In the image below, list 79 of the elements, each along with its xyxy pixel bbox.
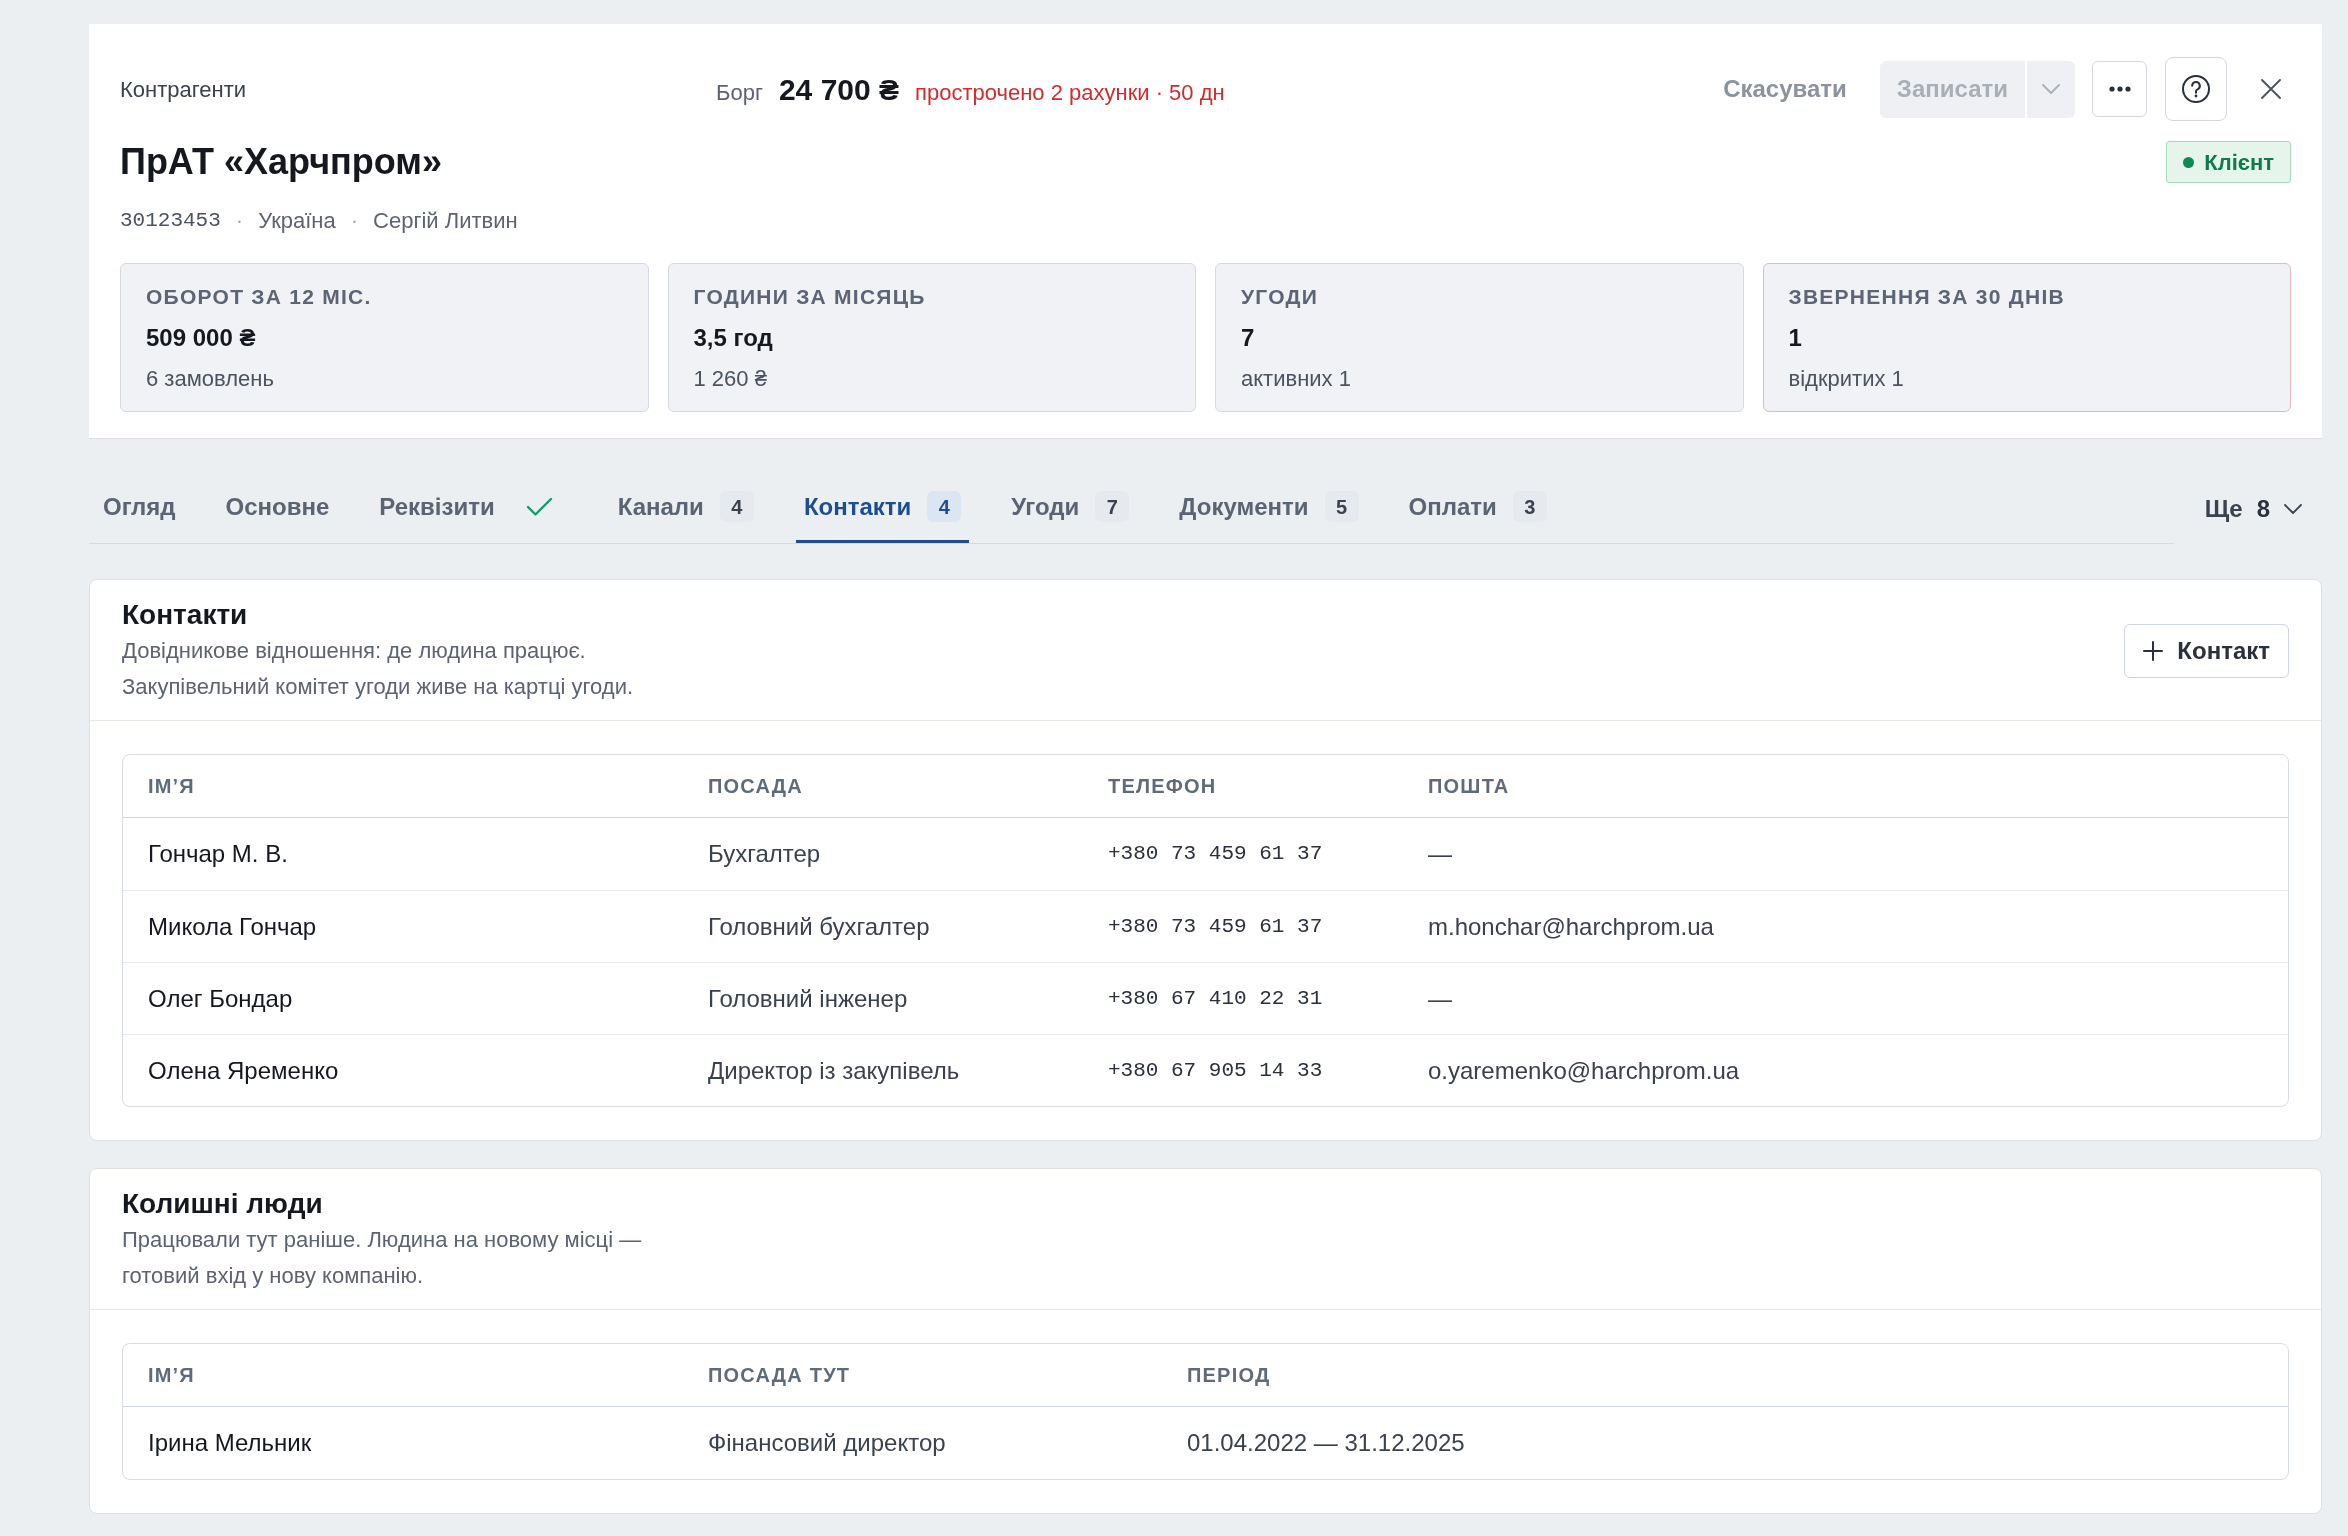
plus-icon bbox=[2143, 641, 2164, 661]
stat-caption: 1 260 ₴ bbox=[693, 365, 767, 393]
column-header: ПОСАДА ТУТ bbox=[708, 1363, 851, 1388]
hidden-tab-count: 8 bbox=[2256, 493, 2270, 524]
stat-label: ОБОРОТ ЗА 12 МІС. bbox=[146, 284, 372, 310]
overdue-note: прострочено 2 рахунки · 50 дн bbox=[915, 78, 1225, 107]
caret-icon bbox=[2042, 84, 2060, 94]
tab[interactable]: Огляд bbox=[95, 473, 184, 543]
tab-count: 3 bbox=[1512, 491, 1547, 522]
tab-count: 5 bbox=[1324, 491, 1359, 522]
table-cell-text: Бухгалтер bbox=[708, 839, 821, 869]
column-header: ПЕРІОД bbox=[1187, 1363, 1271, 1388]
table-cell-text: Олена Яременко bbox=[148, 1055, 339, 1086]
table-cell-text: Фінансовий директор bbox=[708, 1428, 946, 1458]
status-label: Клієнт bbox=[2204, 148, 2274, 177]
debt-label: Борг bbox=[716, 78, 763, 107]
more-tabs-button[interactable]: Ще 8 bbox=[2204, 490, 2302, 527]
add-contact-button[interactable]: Контакт bbox=[2124, 624, 2289, 678]
column-header: ІМ’Я bbox=[148, 1363, 195, 1388]
stat-label: ГОДИНИ ЗА МІСЯЦЬ bbox=[693, 284, 926, 310]
tab-count: 7 bbox=[1095, 491, 1130, 522]
stat-value: 509 000 ₴ bbox=[146, 323, 256, 353]
section-description: Закупівельний комітет угоди живе на картці угоди. bbox=[122, 673, 634, 701]
table-cell-text: — bbox=[1428, 839, 1452, 869]
stat-value: 1 bbox=[1788, 323, 1802, 353]
stat-value: 7 bbox=[1241, 323, 1255, 353]
table-cell-text: +380 67 410 22 31 bbox=[1108, 985, 1323, 1012]
company-title: ПрАТ «Харчпром» bbox=[120, 140, 442, 184]
tab[interactable]: Угоди 7 bbox=[1003, 473, 1138, 543]
close-icon bbox=[2260, 78, 2282, 100]
help-button[interactable] bbox=[2165, 57, 2227, 121]
section-description: Довідникове відношення: де людина працює. bbox=[122, 637, 586, 665]
column-header: ПОСАДА bbox=[708, 774, 803, 799]
stat-caption: активних 1 bbox=[1241, 365, 1351, 393]
column-header: ІМ’Я bbox=[148, 774, 195, 799]
tab[interactable]: Документи 5 bbox=[1171, 473, 1367, 543]
table-cell-text: +380 73 459 61 37 bbox=[1108, 841, 1323, 868]
section-description: Працювали тут раніше. Людина на новому місці — готовий вхід у нову компанію. bbox=[122, 1226, 643, 1290]
table-cell-text: — bbox=[1428, 983, 1452, 1014]
status-dot-icon bbox=[2183, 156, 2195, 168]
help-icon bbox=[2181, 74, 2211, 104]
table-cell-text: Гончар М. В. bbox=[148, 839, 288, 869]
table-cell-text: Головний бухгалтер bbox=[708, 911, 930, 942]
stat-label: ЗВЕРНЕННЯ ЗА 30 ДНІВ bbox=[1788, 284, 2065, 310]
tab[interactable]: Реквізити bbox=[371, 473, 576, 543]
tab-count: 4 bbox=[927, 491, 962, 522]
table-cell-text: +380 73 459 61 37 bbox=[1108, 913, 1323, 940]
table-cell-text: Директор із закупівель bbox=[708, 1055, 960, 1086]
meta-text: Україна bbox=[258, 207, 336, 235]
caret-icon bbox=[2284, 503, 2302, 514]
table-cell-text: +380 67 905 14 33 bbox=[1108, 1057, 1323, 1084]
table-cell-text: Микола Гончар bbox=[148, 911, 317, 942]
section-title: Колишні люди bbox=[122, 1187, 323, 1221]
stat-caption: 6 замовлень bbox=[146, 365, 274, 393]
tab[interactable]: Оплати 3 bbox=[1400, 473, 1555, 543]
tab[interactable]: Основне bbox=[217, 473, 338, 543]
tab[interactable]: Канали 4 bbox=[609, 473, 762, 543]
debt-amount: 24 700 ₴ bbox=[778, 71, 900, 108]
tab-count: 4 bbox=[719, 491, 754, 522]
company-code: 30123453 bbox=[120, 208, 221, 234]
ellipsis-icon bbox=[2108, 86, 2131, 92]
separator-text: · bbox=[350, 207, 359, 235]
stat-label: УГОДИ bbox=[1241, 284, 1319, 310]
table-cell-text: m.honchar@harchprom.ua bbox=[1428, 911, 1714, 942]
tab[interactable]: Контакти 4 bbox=[795, 473, 970, 543]
more-actions-button[interactable] bbox=[2092, 61, 2147, 117]
stat-caption: відкритих 1 bbox=[1788, 365, 1904, 393]
table-cell-text: 01.04.2022 — 31.12.2025 bbox=[1187, 1428, 1465, 1458]
column-header: ПОШТА bbox=[1428, 774, 1510, 799]
section-title: Контакти bbox=[122, 598, 248, 632]
column-header: ТЕЛЕФОН bbox=[1108, 774, 1217, 799]
separator-text: · bbox=[235, 207, 244, 235]
meta-text: Сергій Литвин bbox=[373, 207, 518, 235]
table-cell-text: Головний інженер bbox=[708, 983, 908, 1014]
stat-value: 3,5 год bbox=[693, 323, 773, 353]
table-cell-text: o.yaremenko@harchprom.ua bbox=[1428, 1055, 1740, 1086]
table-cell-text: Ірина Мельник bbox=[148, 1428, 312, 1458]
table-cell-text: Олег Бондар bbox=[148, 983, 293, 1014]
breadcrumb-link[interactable]: Контрагенти bbox=[120, 76, 247, 102]
